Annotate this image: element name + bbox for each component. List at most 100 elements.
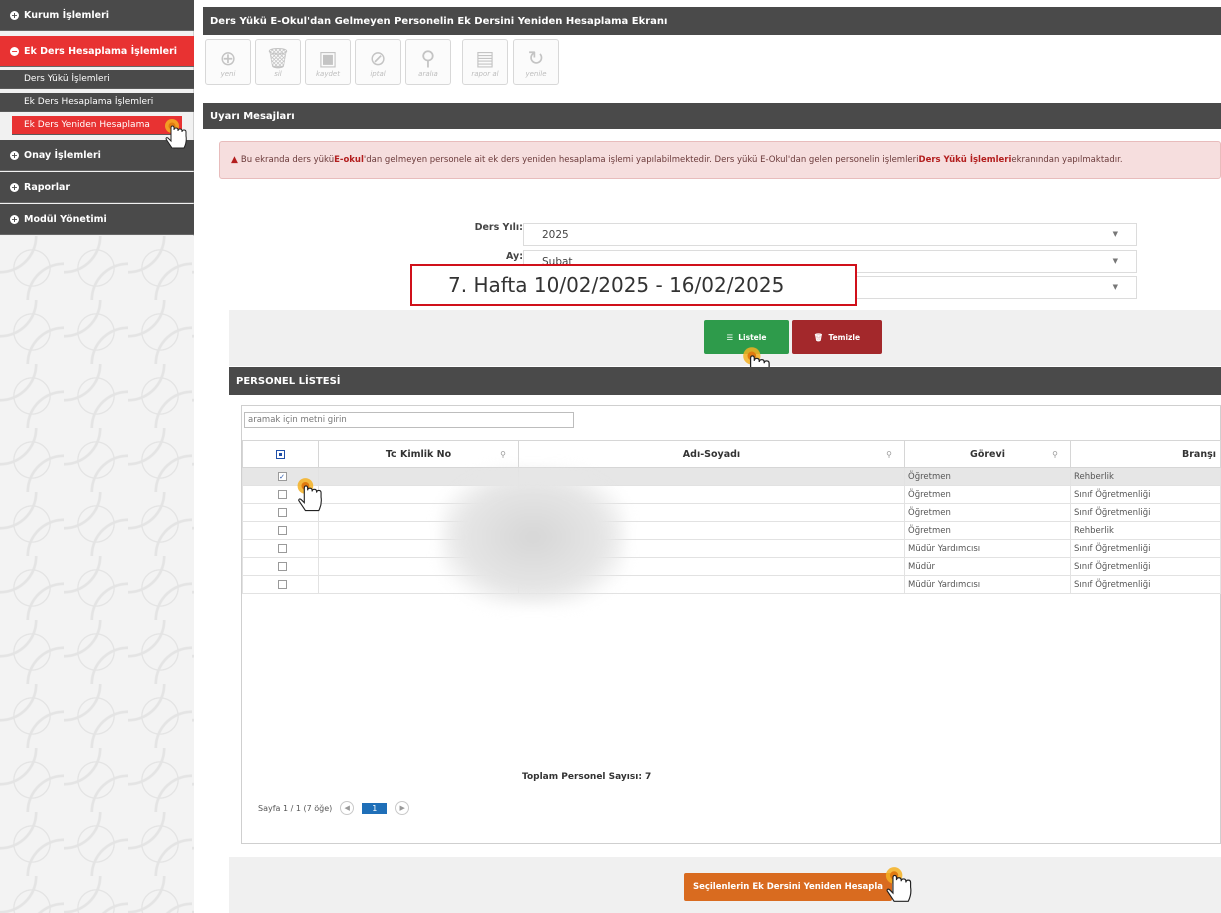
table-row[interactable]: Öğretmen Rehberlik — [242, 521, 1221, 540]
save-button[interactable]: ▣ kaydet — [305, 39, 351, 85]
plus-icon: + — [10, 10, 19, 20]
search-placeholder: aramak için metni girin — [248, 415, 347, 425]
table-row[interactable]: ✓ Öğretmen Rehberlik — [242, 467, 1221, 486]
toolbar: ⊕ yeni 🗑 sil ▣ kaydet ⊘ iptal ⚲ aralıa ▤… — [203, 35, 1221, 97]
sidebar-background-pattern — [0, 236, 194, 913]
filter-icon[interactable]: ⚲ — [886, 450, 892, 459]
save-icon: ▣ — [318, 45, 338, 70]
new-button[interactable]: ⊕ yeni — [205, 39, 251, 85]
page-number-button[interactable]: 1 — [362, 802, 388, 814]
plus-icon: + — [10, 150, 19, 160]
recalculate-button-label: Seçilenlerin Ek Dersini Yeniden Hesapla — [692, 882, 884, 892]
next-page-button[interactable]: ▶ — [395, 801, 410, 815]
pager: Sayfa 1 / 1 (7 öğe) ◀ 1 ▶ — [258, 801, 410, 815]
week-value: 7. Hafta 10/02/2025 - 16/02/2025 — [448, 273, 785, 297]
brans-cell: Sınıf Öğretmenliği — [1070, 539, 1221, 558]
gorev-cell: Müdür Yardımcısı — [904, 575, 1071, 594]
sidebar-item-label: Ek Ders Hesaplama İşlemleri — [24, 45, 178, 57]
personnel-list-title: PERSONEL LİSTESİ — [236, 375, 341, 387]
gorev-cell: Öğretmen — [904, 485, 1071, 504]
sidebar-subitem-ek-ders-yeniden-hesaplama[interactable]: Ek Ders Yeniden Hesaplama — [12, 116, 182, 135]
search-input[interactable]: aramak için metni girin — [244, 412, 574, 428]
year-value: 2025 — [542, 228, 569, 241]
sidebar-item-kurum-islemleri[interactable]: + Kurum İşlemleri — [0, 0, 194, 31]
column-header-brans[interactable]: Branşı — [1070, 440, 1221, 468]
report-button[interactable]: ▤ rapor al — [462, 39, 508, 85]
gorev-cell: Müdür — [904, 557, 1071, 576]
list-button-label: Listele — [738, 332, 767, 342]
sidebar-item-label: Modül Yönetimi — [24, 213, 107, 225]
table-row[interactable]: Müdür Sınıf Öğretmenliği — [242, 557, 1221, 576]
personnel-list-header: PERSONEL LİSTESİ — [229, 367, 1221, 395]
brans-cell: Sınıf Öğretmenliği — [1070, 485, 1221, 504]
row-checkbox[interactable] — [277, 525, 287, 535]
year-select[interactable]: 2025 ▼ — [523, 223, 1137, 246]
hand-cursor-icon — [165, 119, 187, 149]
warning-text: Bu ekranda ders yükü — [240, 155, 335, 165]
row-checkbox[interactable] — [277, 561, 287, 571]
sidebar-item-modul-yonetimi[interactable]: + Modül Yönetimi — [0, 204, 194, 235]
redacted-area — [440, 468, 626, 606]
pager-info: Sayfa 1 / 1 (7 öğe) — [258, 803, 333, 813]
minus-icon: − — [10, 46, 19, 56]
row-checkbox[interactable] — [277, 579, 287, 589]
search-button[interactable]: ⚲ aralıa — [405, 39, 451, 85]
column-header-name[interactable]: Adı-Soyadı ⚲ — [518, 440, 905, 468]
gorev-cell: Öğretmen — [904, 521, 1071, 540]
brans-cell: Rehberlik — [1070, 467, 1221, 486]
chevron-down-icon: ▼ — [1112, 257, 1118, 265]
hand-cursor-icon — [885, 867, 912, 902]
refresh-button[interactable]: ↻ yenile — [513, 39, 559, 85]
cancel-button[interactable]: ⊘ iptal — [355, 39, 401, 85]
clear-button[interactable]: 🗑 Temizle — [792, 320, 882, 354]
list-icon: ☰ — [726, 332, 734, 342]
brans-cell: Rehberlik — [1070, 521, 1221, 540]
clear-button-label: Temizle — [828, 332, 861, 342]
row-checkbox[interactable] — [277, 489, 287, 499]
plus-icon: + — [10, 182, 19, 192]
cancel-icon: ⊘ — [369, 45, 387, 70]
sidebar-subitem-ek-ders-hesaplama[interactable]: Ek Ders Hesaplama İşlemleri — [0, 93, 194, 112]
page-title: Ders Yükü E-Okul'dan Gelmeyen Personelin… — [210, 15, 668, 27]
sidebar-subitem-ders-yuku[interactable]: Ders Yükü İşlemleri — [0, 70, 194, 89]
sidebar-item-raporlar[interactable]: + Raporlar — [0, 172, 194, 203]
year-label: Ders Yılı: — [474, 222, 523, 233]
warning-text: 'dan gelmeyen personele ait ek ders yeni… — [363, 155, 919, 165]
warning-text-bold: E-okul — [334, 155, 364, 165]
row-checkbox[interactable]: ✓ — [277, 471, 287, 481]
chevron-down-icon: ▼ — [1112, 283, 1118, 291]
column-header-gorev[interactable]: Görevi ⚲ — [904, 440, 1071, 468]
table-row[interactable]: Müdür Yardımcısı Sınıf Öğretmenliği — [242, 575, 1221, 594]
column-header-tc[interactable]: Tc Kimlik No ⚲ — [318, 440, 519, 468]
row-checkbox[interactable] — [277, 543, 287, 553]
table-row[interactable]: Öğretmen Sınıf Öğretmenliği — [242, 485, 1221, 504]
trash-icon: 🗑 — [265, 45, 291, 70]
week-highlight[interactable]: 7. Hafta 10/02/2025 - 16/02/2025 — [410, 264, 857, 306]
warning-text: ekranından yapılmaktadır. — [1011, 155, 1123, 165]
brans-cell: Sınıf Öğretmenliği — [1070, 557, 1221, 576]
sidebar-item-label: Raporlar — [24, 181, 71, 193]
sidebar-subitem-label: Ek Ders Hesaplama İşlemleri — [24, 97, 154, 107]
brans-cell: Sınıf Öğretmenliği — [1070, 575, 1221, 594]
sidebar-subitem-label: Ders Yükü İşlemleri — [24, 74, 110, 84]
chevron-down-icon: ▼ — [1112, 230, 1118, 238]
warning-icon: ▲ — [231, 155, 238, 165]
trash-icon: 🗑 — [813, 332, 824, 342]
warnings-title: Uyarı Mesajları — [210, 110, 295, 122]
table-row[interactable]: Öğretmen Sınıf Öğretmenliği — [242, 503, 1221, 522]
gorev-cell: Öğretmen — [904, 467, 1071, 486]
row-checkbox[interactable] — [277, 507, 287, 517]
recalculate-button[interactable]: Seçilenlerin Ek Dersini Yeniden Hesapla — [684, 873, 892, 901]
select-all-header[interactable] — [242, 440, 319, 468]
filter-icon[interactable]: ⚲ — [500, 450, 506, 459]
refresh-icon: ↻ — [527, 45, 545, 70]
page-title-bar: Ders Yükü E-Okul'dan Gelmeyen Personelin… — [203, 7, 1221, 35]
sidebar-item-ek-ders-hesaplama[interactable]: − Ek Ders Hesaplama İşlemleri — [0, 36, 194, 67]
warning-link-text: Ders Yükü İşlemleri — [918, 155, 1012, 165]
delete-button[interactable]: 🗑 sil — [255, 39, 301, 85]
select-all-checkbox[interactable] — [276, 449, 285, 459]
table-row[interactable]: Müdür Yardımcısı Sınıf Öğretmenliği — [242, 539, 1221, 558]
prev-page-button[interactable]: ◀ — [340, 801, 355, 815]
filter-icon[interactable]: ⚲ — [1052, 450, 1058, 459]
search-icon: ⚲ — [420, 45, 436, 70]
